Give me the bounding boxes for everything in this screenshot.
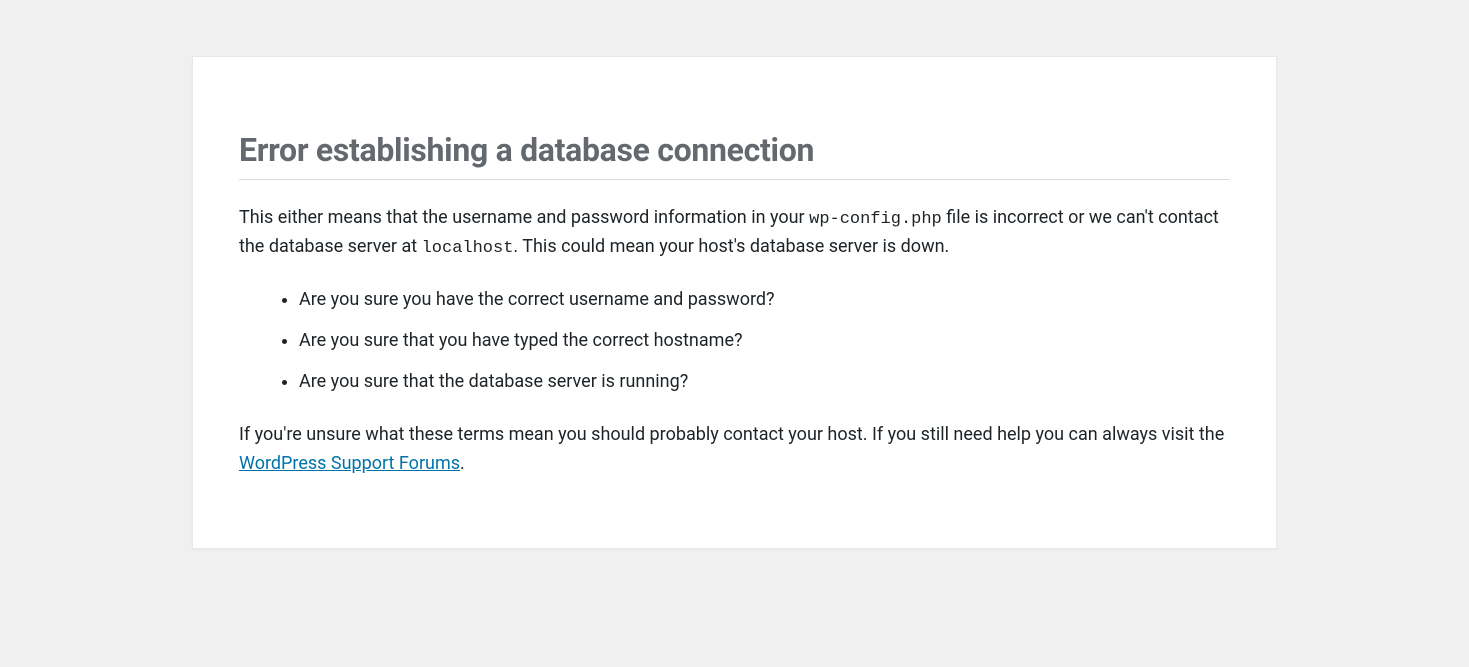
list-item: Are you sure you have the correct userna… <box>299 286 1230 315</box>
checks-list: Are you sure you have the correct userna… <box>281 286 1230 396</box>
footer-post: . <box>460 453 465 474</box>
code-localhost: localhost <box>422 239 514 258</box>
footer-pre: If you're unsure what these terms mean y… <box>239 424 1224 445</box>
intro-post: . This could mean your host's database s… <box>513 236 949 257</box>
list-item: Are you sure that you have typed the cor… <box>299 327 1230 356</box>
error-intro: This either means that the username and … <box>239 204 1230 262</box>
error-card: Error establishing a database connection… <box>192 56 1277 549</box>
code-wp-config: wp-config.php <box>809 210 942 229</box>
intro-pre: This either means that the username and … <box>239 207 809 228</box>
support-forums-link[interactable]: WordPress Support Forums <box>239 453 460 474</box>
error-footer: If you're unsure what these terms mean y… <box>239 421 1230 479</box>
list-item: Are you sure that the database server is… <box>299 368 1230 397</box>
error-heading: Error establishing a database connection <box>239 81 1230 180</box>
